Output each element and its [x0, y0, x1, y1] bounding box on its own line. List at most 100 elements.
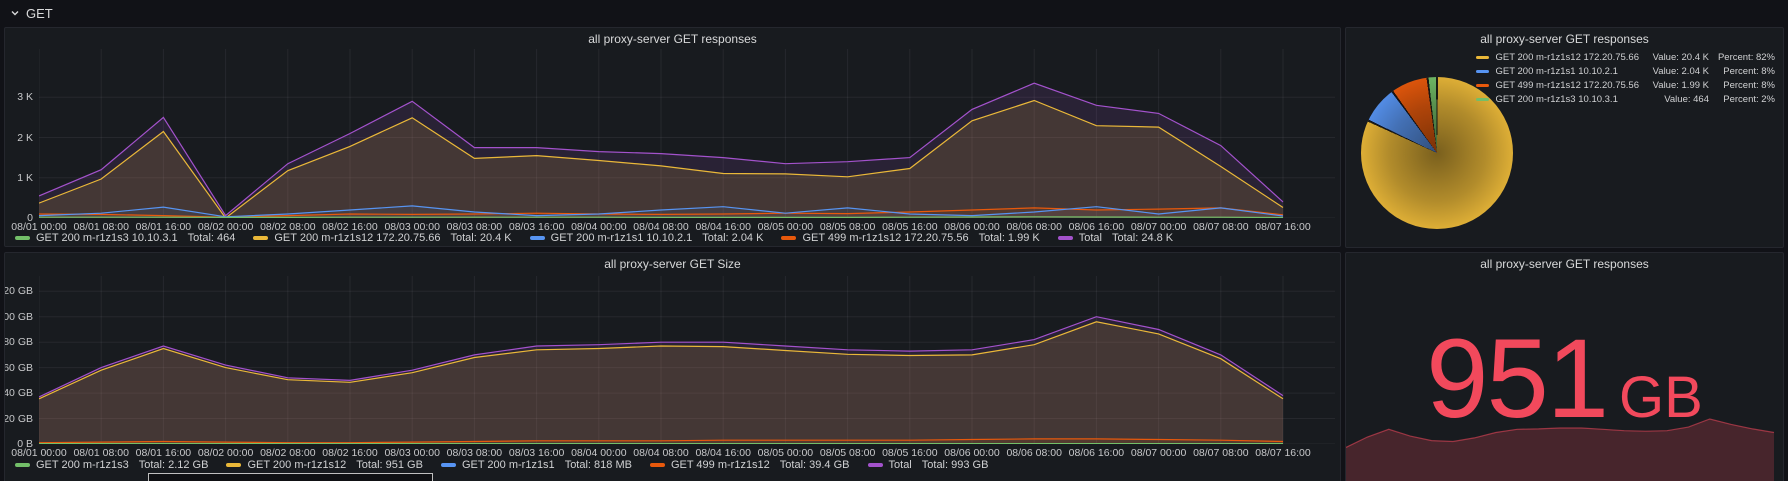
legend-series-total: Total: 1.99 K: [978, 232, 1040, 244]
x-axis-tick-label: 08/03 08:00: [446, 447, 503, 459]
legend: GET 200 m-r1z1s3 Total: 2.12 GB GET 200 m-…: [15, 459, 988, 471]
legend-series-total: Total: 2.12 GB: [138, 459, 209, 471]
legend-series-total: Total: 818 MB: [564, 459, 632, 471]
pie-legend-name: GET 200 m-r1z1s3 10.10.3.1: [1495, 93, 1618, 105]
panel-get-responses-pie: all proxy-server GET responses GET 200 m…: [1345, 27, 1784, 248]
timeseries-plot[interactable]: [39, 276, 1335, 444]
legend-series-name: GET 200 m-r1z1s3: [36, 459, 129, 471]
x-axis-tick-label: 08/02 08:00: [260, 447, 316, 459]
pie-legend-value: Value: 464: [1664, 93, 1709, 105]
pie-legend-value: Value: 1.99 K: [1652, 79, 1709, 91]
legend-item[interactable]: GET 200 m-r1z1s12 Total: 951 GB: [226, 459, 423, 471]
legend-series-name: GET 200 m-r1z1s1 10.10.2.1: [550, 232, 693, 244]
legend-series-dash-icon: [1475, 55, 1489, 59]
legend-series-total: Total: 2.04 K: [702, 232, 764, 244]
legend-item[interactable]: Total Total: 993 GB: [867, 459, 989, 471]
x-axis-tick-label: 08/07 08:00: [1193, 221, 1249, 233]
pie-legend-item[interactable]: GET 200 m-r1z1s1 10.10.2.1 Value: 2.04 K P…: [1475, 64, 1775, 78]
pie-legend-value: Value: 2.04 K: [1652, 65, 1709, 77]
pie-legend-percent: Percent: 8%: [1723, 65, 1775, 77]
y-axis: 01 K2 K3 K: [5, 28, 35, 246]
panel-title[interactable]: all proxy-server GET responses: [5, 32, 1340, 46]
legend-item[interactable]: GET 200 m-r1z1s3 Total: 2.12 GB: [15, 459, 208, 471]
pie-legend-name: GET 200 m-r1z1s12 172.20.75.66: [1495, 51, 1639, 63]
legend-item[interactable]: GET 200 m-r1z1s1 10.10.2.1 Total: 2.04 K: [529, 232, 764, 244]
panel-title[interactable]: all proxy-server GET responses: [1346, 257, 1783, 271]
pie-legend-percent: Percent: 8%: [1723, 79, 1775, 91]
panel-get-responses-timeseries: all proxy-server GET responses 01 K2 K3 …: [4, 27, 1341, 247]
y-axis-tick-label: 60 GB: [4, 361, 33, 374]
cropped-tooltip: [148, 473, 433, 481]
legend-series-name: GET 200 m-r1z1s1: [461, 459, 555, 471]
legend-series-name: Total: [1078, 232, 1102, 244]
legend-series-dash-icon: [867, 463, 883, 467]
legend-series-total: Total: 951 GB: [356, 459, 423, 471]
x-axis-tick-label: 08/05 00:00: [757, 447, 814, 459]
x-axis-tick-label: 08/04 16:00: [695, 447, 751, 459]
legend-series-total: Total: 20.4 K: [450, 232, 512, 244]
legend-series-dash-icon: [226, 463, 242, 467]
legend-series-total: Total: 39.4 GB: [779, 459, 850, 471]
legend-series-dash-icon: [15, 236, 30, 240]
panel-title[interactable]: all proxy-server GET responses: [1346, 32, 1783, 46]
legend-series-dash-icon: [1057, 236, 1073, 240]
dashboard-row-get[interactable]: GET: [0, 0, 1788, 26]
y-axis-tick-label: 2 K: [17, 131, 33, 144]
y-axis-tick-label: 40 GB: [4, 387, 33, 400]
pie-legend-name: GET 200 m-r1z1s1 10.10.2.1: [1495, 65, 1618, 77]
x-axis-tick-label: 08/01 00:00: [11, 447, 67, 459]
legend-series-dash-icon: [649, 463, 665, 467]
grafana-dashboard: GET all proxy-server GET responses 01 K2…: [0, 0, 1788, 481]
x-axis-tick-label: 08/03 16:00: [508, 447, 565, 459]
legend-series-name: GET 200 m-r1z1s12: [247, 459, 347, 471]
pie-legend-item[interactable]: GET 499 m-r1z1s12 172.20.75.56 Value: 1.9…: [1475, 78, 1775, 92]
legend-item[interactable]: GET 200 m-r1z1s12 172.20.75.66 Total: 20.…: [253, 232, 512, 244]
legend-series-dash-icon: [781, 236, 797, 240]
legend-item[interactable]: GET 200 m-r1z1s1 Total: 818 MB: [440, 459, 632, 471]
legend-series-dash-icon: [440, 463, 456, 467]
legend-series-dash-icon: [1475, 69, 1489, 73]
chevron-down-icon: [11, 11, 19, 16]
x-axis-tick-label: 08/07 00:00: [1130, 447, 1187, 459]
legend-series-total: Total: 24.8 K: [1111, 232, 1174, 244]
pie-legend-item[interactable]: GET 200 m-r1z1s12 172.20.75.66 Value: 20.…: [1475, 50, 1775, 64]
pie-legend-percent: Percent: 82%: [1717, 51, 1775, 63]
x-axis-tick-label: 08/07 16:00: [1255, 447, 1311, 459]
legend-series-dash-icon: [1475, 97, 1489, 101]
x-axis-tick-label: 08/04 00:00: [571, 447, 627, 459]
legend-series-name: GET 499 m-r1z1s12: [670, 459, 770, 471]
pie-legend: GET 200 m-r1z1s12 172.20.75.66 Value: 20.…: [1475, 50, 1775, 106]
y-axis-tick-label: 120 GB: [4, 285, 33, 298]
legend-item[interactable]: GET 499 m-r1z1s12 Total: 39.4 GB: [649, 459, 850, 471]
x-axis-tick-label: 08/03 00:00: [384, 447, 440, 459]
pie-legend-percent: Percent: 2%: [1723, 93, 1775, 105]
pie-legend-item[interactable]: GET 200 m-r1z1s3 10.10.3.1 Value: 464 Perc…: [1475, 92, 1775, 106]
legend-series-total: Total: 464: [187, 232, 236, 244]
y-axis-tick-label: 20 GB: [4, 412, 33, 425]
x-axis-tick-label: 08/06 08:00: [1006, 447, 1062, 459]
x-axis-tick-label: 08/02 00:00: [197, 447, 254, 459]
panel-title[interactable]: all proxy-server GET Size: [5, 257, 1340, 271]
legend-series-total: Total: 993 GB: [921, 459, 989, 471]
legend-series-dash-icon: [253, 236, 269, 240]
pie-legend-value: Value: 20.4 K: [1652, 51, 1709, 63]
legend-series-dash-icon: [1475, 83, 1489, 87]
legend-series-name: GET 200 m-r1z1s3 10.10.3.1: [36, 232, 178, 244]
legend-series-name: GET 499 m-r1z1s12 172.20.75.56: [802, 232, 969, 244]
x-axis-tick-label: 08/06 16:00: [1068, 447, 1125, 459]
x-axis-tick-label: 08/01 08:00: [73, 447, 129, 459]
stat-sparkline: [1346, 418, 1775, 481]
legend-item[interactable]: GET 200 m-r1z1s3 10.10.3.1 Total: 464: [15, 232, 235, 244]
legend: GET 200 m-r1z1s3 10.10.3.1 Total: 464 GET …: [15, 232, 1173, 244]
x-axis-tick-label: 08/06 00:00: [944, 447, 1000, 459]
legend-series-dash-icon: [15, 463, 30, 467]
panel-get-responses-stat: all proxy-server GET responses 951 GB: [1345, 252, 1784, 481]
legend-item[interactable]: GET 499 m-r1z1s12 172.20.75.56 Total: 1.9…: [781, 232, 1040, 244]
x-axis-tick-label: 08/01 16:00: [135, 447, 192, 459]
legend-item[interactable]: Total Total: 24.8 K: [1057, 232, 1174, 244]
x-axis-tick-label: 08/02 16:00: [322, 447, 378, 459]
legend-series-dash-icon: [529, 236, 545, 240]
timeseries-plot[interactable]: [39, 49, 1335, 218]
x-axis-tick-label: 08/07 08:00: [1193, 447, 1249, 459]
y-axis-tick-label: 3 K: [17, 91, 33, 104]
